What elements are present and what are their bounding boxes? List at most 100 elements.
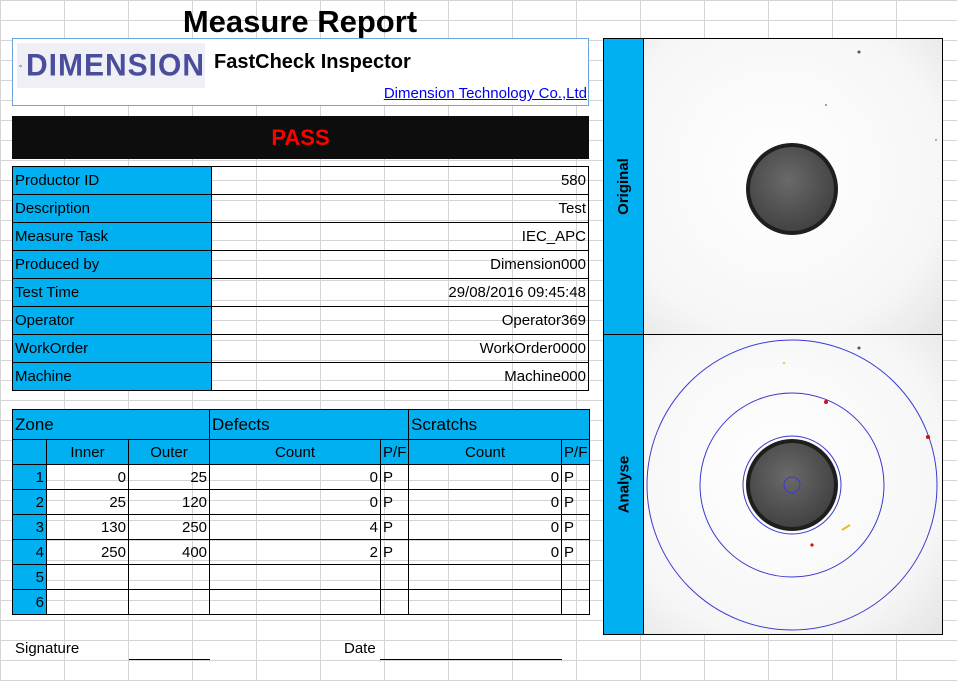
defect-count-value: 2	[209, 539, 382, 565]
info-value: 29/08/2016 09:45:48	[211, 278, 589, 307]
info-label: Operator	[12, 306, 212, 335]
date-line	[380, 659, 562, 660]
info-value: Operator369	[211, 306, 589, 335]
result-banner: PASS	[12, 116, 589, 159]
outer-value: 400	[127, 539, 211, 565]
zone-index: 4	[12, 539, 47, 565]
defect-count-value	[209, 589, 382, 615]
outer-value: 120	[127, 489, 211, 515]
info-label: Test Time	[12, 278, 212, 307]
report-header: DIMENSION FastCheck Inspector Dimension …	[12, 38, 589, 106]
info-table: Productor ID 580 Description Test Measure Ta…	[12, 166, 589, 391]
zone-row: 3 130 250 4 P 0 P	[12, 514, 591, 540]
zone-index: 3	[12, 514, 47, 540]
company-link[interactable]: Dimension Technology Co.,Ltd	[384, 85, 587, 102]
zone-index: 5	[12, 564, 47, 590]
scratch-count-value	[408, 589, 563, 615]
scratch-count-value	[408, 564, 563, 590]
outer-value: 250	[127, 514, 211, 540]
original-image-svg	[644, 39, 942, 334]
info-row: Test Time 29/08/2016 09:45:48	[12, 278, 589, 307]
info-row: Description Test	[12, 194, 589, 223]
original-label-bar: Original	[604, 39, 644, 334]
inner-header: Inner	[46, 439, 129, 465]
info-label: Machine	[12, 362, 212, 391]
scratch-pf-value	[561, 564, 591, 590]
zone-row: 1 0 25 0 P 0 P	[12, 464, 591, 490]
defect-pf-value: P	[380, 514, 410, 540]
info-value: Machine000	[211, 362, 589, 391]
original-label: Original	[615, 158, 632, 215]
index-header-cell	[12, 439, 47, 465]
defect-count-value	[209, 564, 382, 590]
scratch-pf-value: P	[561, 514, 591, 540]
dimension-logo-icon	[19, 64, 22, 67]
scratch-pf-header: P/F	[561, 439, 591, 465]
analyse-image	[644, 335, 942, 634]
zone-header: Zone	[11, 409, 211, 440]
signature-label: Signature	[15, 640, 80, 657]
scratch-count-value: 0	[408, 539, 563, 565]
inner-value: 130	[46, 514, 129, 540]
info-row: Productor ID 580	[12, 166, 589, 195]
info-label: Productor ID	[12, 166, 212, 195]
defect-count-value: 0	[209, 489, 382, 515]
defects-header: Defects	[209, 409, 410, 440]
defect-pf-value	[380, 589, 410, 615]
info-value: IEC_APC	[211, 222, 589, 251]
info-value: Dimension000	[211, 250, 589, 279]
zone-row: 2 25 120 0 P 0 P	[12, 489, 591, 515]
image-panel: Original Analyse	[603, 38, 943, 635]
defect-pf-value	[380, 564, 410, 590]
inner-value: 25	[46, 489, 129, 515]
zone-column-header-row: Inner Outer Count P/F Count P/F	[12, 439, 591, 465]
info-row: Produced by Dimension000	[12, 250, 589, 279]
info-label: Measure Task	[12, 222, 212, 251]
defect-count-value: 0	[209, 464, 382, 490]
logo-wordmark: DIMENSION	[25, 47, 205, 83]
defect-pf-value: P	[380, 539, 410, 565]
scratch-pf-value: P	[561, 464, 591, 490]
scratch-count-value: 0	[408, 464, 563, 490]
outer-value: 25	[127, 464, 211, 490]
info-label: WorkOrder	[12, 334, 212, 363]
analyse-label-bar: Analyse	[604, 335, 644, 634]
scratchs-header: Scratchs	[408, 409, 591, 440]
defect-count-value: 4	[209, 514, 382, 540]
result-status: PASS	[271, 124, 330, 150]
info-label: Description	[12, 194, 212, 223]
inner-value: 0	[46, 464, 129, 490]
info-value: Test	[211, 194, 589, 223]
info-row: WorkOrder WorkOrder0000	[12, 334, 589, 363]
signature-line	[129, 659, 210, 660]
zone-row: 4 250 400 2 P 0 P	[12, 539, 591, 565]
info-row: Operator Operator369	[12, 306, 589, 335]
scratch-count-header: Count	[408, 439, 563, 465]
date-label: Date	[344, 640, 376, 657]
zone-index: 6	[12, 589, 47, 615]
scratch-count-value: 0	[408, 489, 563, 515]
inner-value	[46, 564, 129, 590]
inner-value: 250	[46, 539, 129, 565]
info-label: Produced by	[12, 250, 212, 279]
info-row: Measure Task IEC_APC	[12, 222, 589, 251]
scratch-pf-value: P	[561, 489, 591, 515]
defect-pf-value: P	[380, 464, 410, 490]
info-value: WorkOrder0000	[211, 334, 589, 363]
zone-row: 5	[12, 564, 591, 590]
analyse-label: Analyse	[615, 455, 633, 514]
defect-pf-header: P/F	[380, 439, 410, 465]
company-logo: DIMENSION	[17, 43, 205, 88]
original-image	[644, 39, 942, 334]
zone-index: 2	[12, 489, 47, 515]
scratch-pf-value: P	[561, 539, 591, 565]
analyse-image-svg	[644, 335, 942, 634]
zone-table: Zone Defects Scratchs Inner Outer Count …	[11, 409, 591, 615]
inner-value	[46, 589, 129, 615]
info-row: Machine Machine000	[12, 362, 589, 391]
report-title: Measure Report	[182, 4, 418, 39]
scratch-pf-value	[561, 589, 591, 615]
zone-row: 6	[12, 589, 591, 615]
outer-value	[127, 564, 211, 590]
scratch-count-value: 0	[408, 514, 563, 540]
